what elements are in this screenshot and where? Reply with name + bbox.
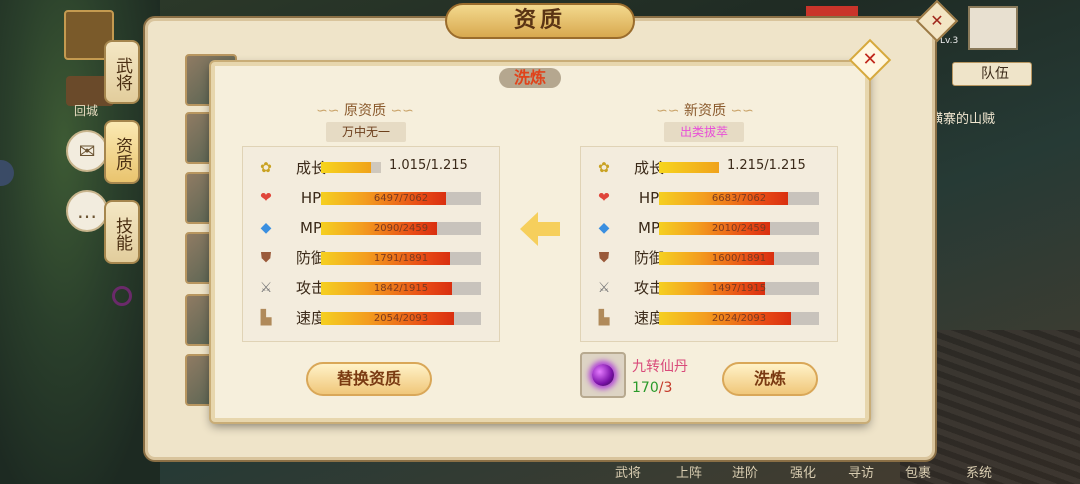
stat-row: ✿ 成长 1.015/1.215 xyxy=(251,155,497,183)
sword-icon: ⚔ xyxy=(259,280,273,296)
stat-row: ❤ HP 6497/7062 xyxy=(251,185,497,213)
hp-gauge xyxy=(806,6,858,16)
stat-row: ⛊ 防御 1791/1891 xyxy=(251,245,497,273)
stat-value: 1791/1891 xyxy=(373,253,429,264)
original-heading: ∽∽ 原资质 ∽∽ xyxy=(316,103,414,119)
original-grade-badge: 万中无一 xyxy=(326,122,406,142)
stat-bar: 1600/1891 xyxy=(659,252,819,265)
original-stats-panel: ✿ 成长 1.015/1.215 ❤ HP 6497/7062 ◆ MP 2090/2459 ⛊ 防… xyxy=(242,146,500,342)
boot-icon: ▙ xyxy=(260,310,272,326)
item-slot[interactable] xyxy=(580,352,626,398)
bottom-nav-item[interactable]: 寻访 xyxy=(848,462,874,481)
sword-icon: ⚔ xyxy=(597,280,611,296)
stat-row: ⚔ 攻击 1497/1915 xyxy=(589,275,835,303)
boot-icon: ▙ xyxy=(598,310,610,326)
stat-value: 1600/1891 xyxy=(711,253,767,264)
shield-icon: ⛊ xyxy=(260,250,272,266)
bottom-nav-item[interactable]: 强化 xyxy=(790,462,816,481)
stat-value: 2054/2093 xyxy=(373,313,429,324)
dialog-title: 洗炼 xyxy=(499,68,561,88)
bottom-nav-item[interactable]: 上阵 xyxy=(676,462,702,481)
growth-bar-fill xyxy=(659,162,719,173)
stat-bar: 6683/7062 xyxy=(659,192,819,205)
bottom-nav-item[interactable]: 进阶 xyxy=(732,462,758,481)
new-grade-badge: 出类拔萃 xyxy=(664,122,744,142)
stat-row: ❤ HP 6683/7062 xyxy=(589,185,835,213)
stat-bar: 2054/2093 xyxy=(321,312,481,325)
stat-bar: 1791/1891 xyxy=(321,252,481,265)
mail-icon[interactable]: ✉ xyxy=(66,130,108,172)
bottom-nav-item[interactable]: 包裹 xyxy=(905,462,931,481)
stat-value: 2010/2459 xyxy=(711,223,767,234)
item-count: 170/3 xyxy=(632,380,672,396)
growth-icon: ✿ xyxy=(598,160,610,176)
new-heading-label: 新资质 xyxy=(684,103,726,119)
home-label: 回城 xyxy=(74,104,99,118)
stat-value: 1.015/1.215 xyxy=(389,158,468,173)
growth-icon: ✿ xyxy=(260,160,272,176)
stat-bar: 1497/1915 xyxy=(659,282,819,295)
tab-attributes[interactable]: 资质 xyxy=(104,120,140,184)
stat-row: ✿ 成长 1.215/1.215 xyxy=(589,155,835,183)
player-avatar[interactable] xyxy=(968,6,1018,50)
stat-value: 2024/2093 xyxy=(711,313,767,324)
arrow-left-icon xyxy=(520,212,560,246)
stat-row: ⚔ 攻击 1842/1915 xyxy=(251,275,497,303)
growth-bar-fill xyxy=(321,162,372,173)
growth-bar xyxy=(659,162,719,173)
heart-icon: ❤ xyxy=(598,190,610,206)
chat-icon[interactable]: … xyxy=(66,190,108,232)
stat-bar: 2090/2459 xyxy=(321,222,481,235)
new-stats-panel: ✿ 成长 1.215/1.215 ❤ HP 6683/7062 ◆ MP 2010/2459 ⛊ 防… xyxy=(580,146,838,342)
crystal-icon: ◆ xyxy=(260,220,272,236)
stat-row: ◆ MP 2010/2459 xyxy=(589,215,835,243)
stat-bar: 2010/2459 xyxy=(659,222,819,235)
stat-value: 2090/2459 xyxy=(373,223,429,234)
elixir-icon xyxy=(592,364,614,386)
bottom-nav-item[interactable]: 系统 xyxy=(966,462,992,481)
stat-value: 1.215/1.215 xyxy=(727,158,806,173)
tassel-ornament-icon xyxy=(112,286,132,306)
item-owned: 170 xyxy=(632,380,659,396)
quest-text[interactable]: 横寨的山贼 xyxy=(930,108,995,127)
panel-title: 资质 xyxy=(445,3,635,39)
stat-value: 6683/7062 xyxy=(711,193,767,204)
stat-bar: 1842/1915 xyxy=(321,282,481,295)
new-heading: ∽∽ 新资质 ∽∽ xyxy=(656,103,754,119)
bottom-nav-item[interactable]: 武将 xyxy=(615,462,641,481)
crystal-icon: ◆ xyxy=(598,220,610,236)
stat-value: 1842/1915 xyxy=(373,283,429,294)
original-heading-label: 原资质 xyxy=(344,103,386,119)
item-name: 九转仙丹 xyxy=(632,359,688,375)
stat-value: 6497/7062 xyxy=(373,193,429,204)
stat-value: 1497/1915 xyxy=(711,283,767,294)
refine-button[interactable]: 洗炼 xyxy=(722,362,818,396)
player-level: Lv.3 xyxy=(940,36,959,46)
shield-icon: ⛊ xyxy=(598,250,610,266)
stat-row: ▙ 速度 2024/2093 xyxy=(589,305,835,333)
tab-skills[interactable]: 技能 xyxy=(104,200,140,264)
stat-row: ▙ 速度 2054/2093 xyxy=(251,305,497,333)
stat-bar: 6497/7062 xyxy=(321,192,481,205)
team-button[interactable]: 队伍 xyxy=(952,62,1032,86)
tab-generals[interactable]: 武将 xyxy=(104,40,140,104)
stat-row: ⛊ 防御 1600/1891 xyxy=(589,245,835,273)
item-cost: /3 xyxy=(658,380,673,396)
stat-row: ◆ MP 2090/2459 xyxy=(251,215,497,243)
heart-icon: ❤ xyxy=(260,190,272,206)
stat-bar: 2024/2093 xyxy=(659,312,819,325)
growth-bar xyxy=(321,162,381,173)
replace-attributes-button[interactable]: 替换资质 xyxy=(306,362,432,396)
